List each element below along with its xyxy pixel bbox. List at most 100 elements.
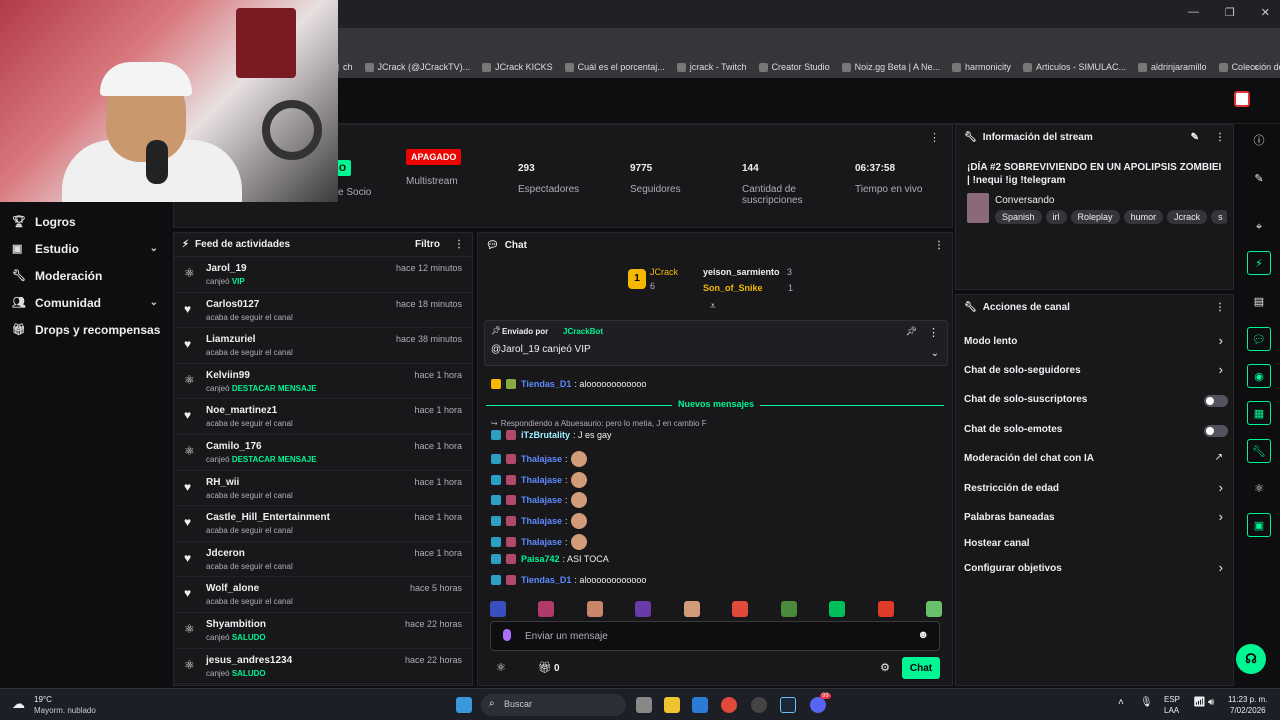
feed-username[interactable]: Shyambition: [206, 619, 266, 630]
sidebar-item-moderacion[interactable]: 🔧︎ Moderación: [0, 262, 170, 289]
filter-button[interactable]: Filtro: [415, 239, 440, 250]
steam-icon[interactable]: [780, 697, 796, 713]
chrome-icon[interactable]: [721, 697, 737, 713]
task-view-icon[interactable]: [636, 697, 652, 713]
emote-icon[interactable]: [925, 601, 942, 617]
toggle-switch[interactable]: [1204, 425, 1228, 437]
stream-info-menu-icon[interactable]: ⋮: [1215, 132, 1225, 143]
feed-item[interactable]: ⚛︎ jesus_andres1234 hace 22 horas canjeó SA…: [174, 649, 472, 685]
outlook-icon[interactable]: [692, 697, 708, 713]
info-icon[interactable]: ⓘ: [1247, 128, 1271, 152]
mic-icon[interactable]: 🎙︎: [1140, 697, 1153, 708]
stream-category[interactable]: Conversando: [995, 195, 1054, 206]
feed-item[interactable]: ♥ Carlos0127 hace 18 minutos acaba de segui…: [174, 293, 472, 329]
pin-icon-action[interactable]: 📌︎: [906, 326, 917, 337]
chat-username[interactable]: Thalajase: [521, 495, 562, 505]
emote-icon[interactable]: [732, 601, 749, 617]
game-icon[interactable]: ▣: [1247, 513, 1271, 537]
stream-tag[interactable]: irl: [1045, 210, 1067, 224]
document-icon[interactable]: ▤: [1247, 289, 1271, 313]
feed-item[interactable]: ⚛︎ Shyambition hace 22 horas canjeó SALUDO: [174, 613, 472, 649]
close-icon[interactable]: ✕: [1261, 6, 1270, 19]
emoji-icon[interactable]: ☻: [917, 629, 929, 641]
clock-date[interactable]: 7/02/2026: [1230, 706, 1266, 715]
language-label[interactable]: ESP: [1164, 695, 1180, 704]
sidebar-item-estudio[interactable]: ▣ Estudio ⌄: [0, 235, 170, 262]
channel-points-icon[interactable]: ⚛︎: [1247, 476, 1271, 500]
broadcast-icon[interactable]: ◉: [1247, 364, 1271, 388]
layout-icon[interactable]: ▦: [1247, 401, 1271, 425]
collapse-icon[interactable]: ⩡: [710, 301, 716, 312]
clock-time[interactable]: 11:23 p. m.: [1228, 695, 1267, 704]
chat-send-button[interactable]: Chat: [902, 657, 940, 679]
feed-username[interactable]: Carlos0127: [206, 299, 259, 310]
stats-menu-icon[interactable]: ⋮: [929, 131, 940, 144]
emote-icon[interactable]: [780, 601, 797, 617]
channel-action-item[interactable]: Modo lento ›: [956, 333, 1235, 351]
speaker-icon[interactable]: 🔊︎: [1208, 697, 1214, 708]
help-button[interactable]: ☊: [1236, 644, 1266, 674]
chat-username[interactable]: Thalajase: [521, 537, 562, 547]
bookmark-item[interactable]: JCrack KICKS: [482, 62, 553, 72]
sidebar-item-comunidad[interactable]: 👥︎ Comunidad ⌄: [0, 289, 170, 316]
chat-username[interactable]: Paisa742: [521, 554, 560, 564]
chat-username[interactable]: Thalajase: [521, 516, 562, 526]
stream-tag[interactable]: Jcrack: [1167, 210, 1208, 224]
bookmark-item[interactable]: jcrack - Twitch: [676, 62, 747, 72]
channel-action-item[interactable]: Chat de solo-suscriptores: [956, 393, 1235, 409]
feed-username[interactable]: Castle_Hill_Entertainment: [206, 512, 330, 523]
bookmark-item[interactable]: JCrack (@JCrackTV)...: [364, 62, 470, 72]
feed-username[interactable]: Kelviin99: [206, 370, 250, 381]
feed-menu-icon[interactable]: ⋮: [454, 239, 464, 250]
chevron-up-icon[interactable]: ˄: [1118, 697, 1124, 708]
emote-icon[interactable]: [829, 601, 846, 617]
chat-username[interactable]: Thalajase: [521, 475, 562, 485]
feed-username[interactable]: Jarol_19: [206, 263, 247, 274]
channel-action-item[interactable]: Palabras baneadas ›: [956, 509, 1235, 527]
emote-icon[interactable]: [635, 601, 652, 617]
emote-icon[interactable]: [683, 601, 700, 617]
bookmark-item[interactable]: Noiz.gg Beta | A Ne...: [841, 62, 940, 72]
feed-item[interactable]: ♥ Noe_martinez1 hace 1 hora acaba de seguir…: [174, 399, 472, 435]
feed-username[interactable]: Liamzuriel: [206, 334, 255, 345]
settings-icon[interactable]: ⚙︎: [880, 661, 890, 674]
chat-username[interactable]: Tiendas_D1: [521, 379, 571, 389]
stream-tag[interactable]: s: [1211, 210, 1227, 224]
app-icon[interactable]: [751, 697, 767, 713]
channel-action-item[interactable]: Chat de solo-seguidores ›: [956, 362, 1235, 380]
emote-icon[interactable]: [490, 601, 506, 617]
chat-menu-icon[interactable]: ⋮: [934, 240, 944, 251]
focus-icon[interactable]: ⌖: [1247, 215, 1271, 239]
discord-icon[interactable]: [810, 697, 826, 713]
wifi-icon[interactable]: 📶︎: [1193, 697, 1206, 708]
chevron-down-icon[interactable]: ⌄: [931, 348, 939, 359]
bookmark-item[interactable]: harmonicity: [951, 62, 1011, 72]
edit-icon[interactable]: ✎: [1191, 132, 1199, 143]
bookmark-item[interactable]: aldrinjaramillo: [1138, 62, 1207, 72]
emote-icon[interactable]: [538, 601, 555, 617]
chat-username[interactable]: Tiendas_D1: [521, 575, 571, 585]
stat-multistream[interactable]: APAGADO Multistream: [406, 149, 462, 187]
bookmark-item[interactable]: Cuál es el porcentaj...: [564, 62, 665, 72]
feed-item[interactable]: ⚛︎ Jarol_19 hace 12 minutos canjeó VIP: [174, 257, 472, 293]
feed-item[interactable]: ♥ Jdceron hace 1 hora acaba de seguir el ca…: [174, 542, 472, 578]
taskbar-search[interactable]: ⌕ Buscar: [481, 694, 626, 716]
channel-action-item[interactable]: Hostear canal: [956, 537, 1235, 553]
feed-username[interactable]: RH_wii: [206, 477, 239, 488]
bookmark-item[interactable]: Colección de M_blei...: [1218, 62, 1280, 72]
channel-action-item[interactable]: Configurar objetivos ›: [956, 560, 1235, 578]
user-avatar[interactable]: [1234, 91, 1250, 107]
channel-points-icon[interactable]: ⚛︎: [496, 661, 506, 674]
mic-icon[interactable]: [503, 629, 511, 641]
stream-tag[interactable]: humor: [1123, 210, 1164, 224]
windows-start-icon[interactable]: [456, 697, 472, 713]
chat-bubble-icon[interactable]: 💬︎: [1247, 327, 1271, 351]
feed-item[interactable]: ⚛︎ Camilo_176 hace 1 hora canjeó DESTACAR M…: [174, 435, 472, 471]
toggle-switch[interactable]: [1204, 395, 1228, 407]
edit-icon[interactable]: ✎: [1247, 166, 1271, 190]
minimize-icon[interactable]: —: [1188, 6, 1199, 19]
channel-action-item[interactable]: Restricción de edad ›: [956, 480, 1235, 498]
maximize-icon[interactable]: ❐: [1225, 6, 1235, 19]
file-explorer-icon[interactable]: [664, 697, 680, 713]
feed-username[interactable]: Noe_martinez1: [206, 405, 277, 416]
